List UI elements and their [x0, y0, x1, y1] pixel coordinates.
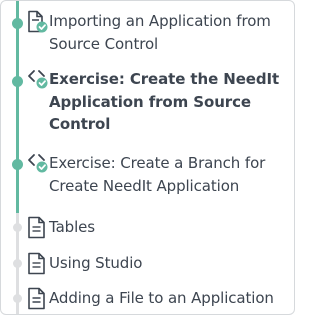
module-outline-panel: Importing an Application from Source Con… [0, 0, 295, 315]
document-icon [27, 287, 47, 311]
outline-item-create-needit-exercise[interactable]: Exercise: Create the NeedIt Application … [27, 68, 290, 144]
progress-dot-completed [12, 159, 23, 170]
progress-dot-pending [13, 259, 22, 268]
outline-item-using-studio[interactable]: Using Studio [27, 252, 290, 276]
progress-dot-pending [13, 223, 22, 232]
document-icon [27, 252, 47, 276]
progress-dot-completed [12, 76, 23, 87]
outline-item-label: Exercise: Create the NeedIt Application … [49, 70, 280, 133]
progress-track-completed [16, 1, 19, 213]
outline-item-label: Tables [49, 218, 96, 236]
document-icon [27, 216, 47, 240]
outline-item-create-branch-exercise[interactable]: Exercise: Create a Branch for Create Nee… [27, 152, 290, 202]
progress-dot-pending [13, 294, 22, 303]
outline-item-importing-application[interactable]: Importing an Application from Source Con… [27, 10, 290, 60]
outline-item-adding-file[interactable]: Adding a File to an Application [27, 287, 290, 311]
outline-item-tables[interactable]: Tables [27, 216, 290, 240]
outline-item-label: Importing an Application from Source Con… [49, 12, 271, 53]
code-complete-icon [27, 68, 48, 92]
outline-item-label: Adding a File to an Application [49, 289, 274, 307]
code-complete-icon [27, 152, 48, 176]
outline-item-label: Exercise: Create a Branch for Create Nee… [49, 154, 266, 195]
outline-item-label: Using Studio [49, 254, 143, 272]
document-complete-icon [27, 10, 48, 34]
progress-dot-completed [12, 18, 23, 29]
